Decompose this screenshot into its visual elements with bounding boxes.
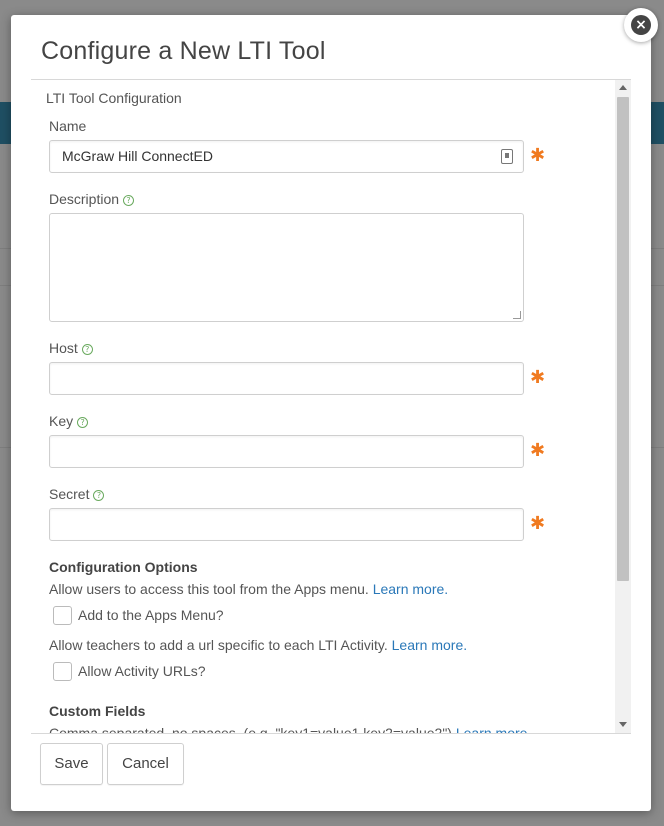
- name-input-value: McGraw Hill ConnectED: [62, 148, 213, 164]
- name-input[interactable]: McGraw Hill ConnectED: [49, 140, 524, 173]
- custom-fields-help: Comma separated, no spaces. (e.g. "key1=…: [49, 725, 531, 733]
- dialog-title: Configure a New LTI Tool: [41, 37, 326, 65]
- scroll-down-arrow-icon[interactable]: [619, 722, 627, 727]
- name-required-icon: ✱: [530, 145, 546, 166]
- footer-divider: [31, 733, 631, 734]
- host-required-icon: ✱: [530, 367, 546, 388]
- description-label-text: Description: [49, 191, 120, 207]
- key-required-icon: ✱: [530, 440, 546, 461]
- apps-menu-help-text: Allow users to access this tool from the…: [49, 581, 369, 597]
- activity-urls-help: Allow teachers to add a url specific to …: [49, 637, 467, 653]
- add-to-apps-menu-checkbox[interactable]: [53, 606, 72, 625]
- description-label: Description?: [49, 191, 135, 207]
- secret-required-icon: ✱: [530, 513, 546, 534]
- scrollbar[interactable]: [615, 80, 631, 733]
- lti-tool-dialog: Configure a New LTI Tool LTI Tool Config…: [11, 15, 651, 811]
- help-icon[interactable]: ?: [81, 344, 93, 355]
- help-icon[interactable]: ?: [93, 490, 105, 501]
- name-label: Name: [49, 118, 86, 134]
- add-to-apps-menu-label[interactable]: Add to the Apps Menu?: [78, 607, 224, 623]
- host-label-text: Host: [49, 340, 78, 356]
- help-icon[interactable]: ?: [77, 417, 89, 428]
- scrollbar-thumb[interactable]: [617, 97, 629, 581]
- allow-activity-urls-label[interactable]: Allow Activity URLs?: [78, 663, 206, 679]
- host-label: Host?: [49, 340, 93, 356]
- help-icon[interactable]: ?: [123, 195, 135, 206]
- apps-menu-help: Allow users to access this tool from the…: [49, 581, 448, 597]
- save-button[interactable]: Save: [40, 743, 103, 785]
- dialog-scroll-area[interactable]: LTI Tool Configuration Name McGraw Hill …: [31, 80, 631, 733]
- name-label-text: Name: [49, 118, 87, 134]
- allow-activity-urls-checkbox[interactable]: [53, 662, 72, 681]
- cancel-button[interactable]: Cancel: [107, 743, 184, 785]
- secret-input[interactable]: [49, 508, 524, 541]
- custom-fields-learn-more-link[interactable]: Learn more.: [456, 725, 531, 733]
- activity-urls-learn-more-link[interactable]: Learn more.: [392, 637, 467, 653]
- secret-label-text: Secret: [49, 486, 90, 502]
- configuration-options-heading: Configuration Options: [49, 559, 198, 575]
- custom-fields-help-text: Comma separated, no spaces. (e.g. "key1=…: [49, 725, 452, 733]
- key-label: Key?: [49, 413, 89, 429]
- scroll-up-arrow-icon[interactable]: [619, 85, 627, 90]
- contact-card-icon[interactable]: [501, 149, 513, 164]
- description-textarea[interactable]: [49, 213, 524, 322]
- activity-urls-help-text: Allow teachers to add a url specific to …: [49, 637, 388, 653]
- key-input[interactable]: [49, 435, 524, 468]
- section-legend: LTI Tool Configuration: [46, 90, 182, 106]
- key-label-text: Key: [49, 413, 74, 429]
- close-icon: ×: [631, 15, 651, 35]
- host-input[interactable]: [49, 362, 524, 395]
- apps-menu-learn-more-link[interactable]: Learn more.: [373, 581, 448, 597]
- resize-grip-icon[interactable]: [513, 311, 521, 319]
- custom-fields-heading: Custom Fields: [49, 703, 146, 719]
- close-button[interactable]: ×: [624, 8, 658, 42]
- secret-label: Secret?: [49, 486, 105, 502]
